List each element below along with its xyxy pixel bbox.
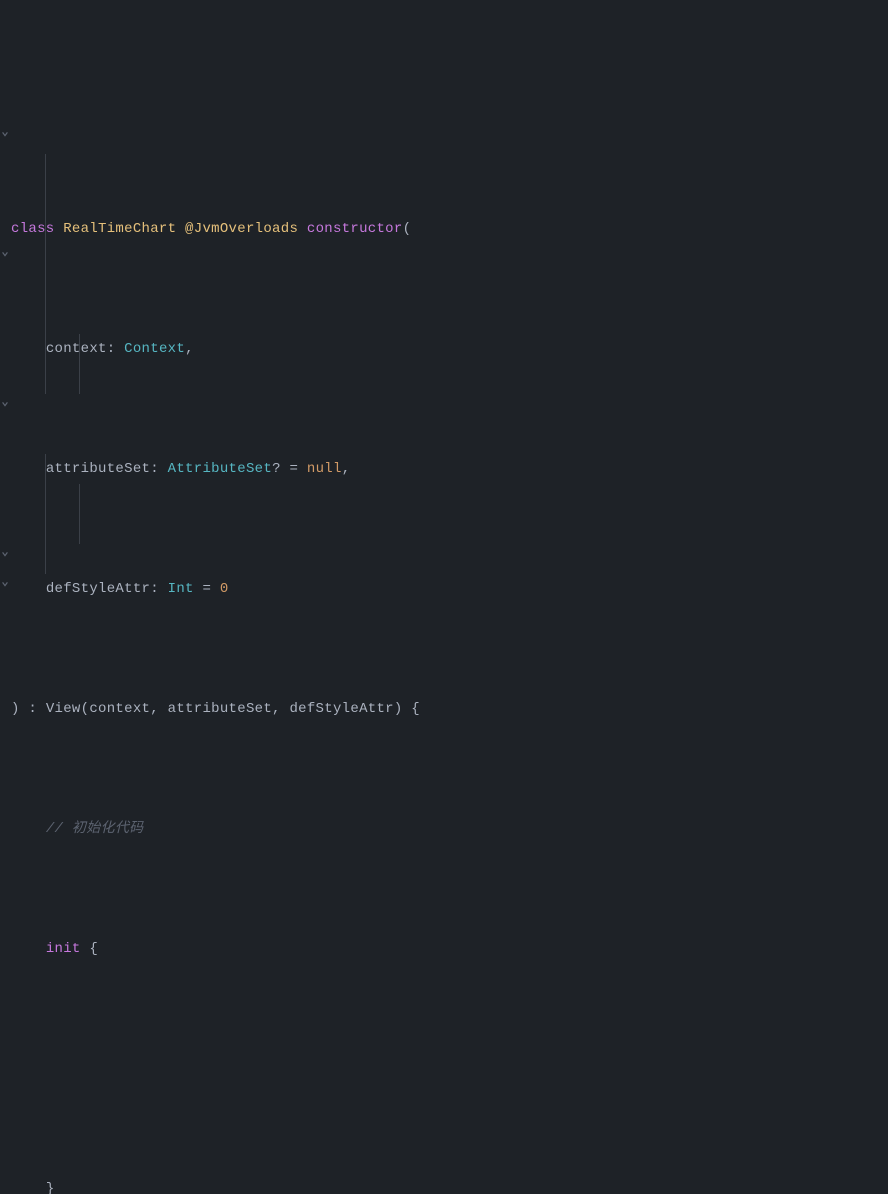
keyword-init: init — [46, 934, 81, 964]
code-line: } — [11, 1174, 888, 1194]
code-line: context: Context, — [11, 334, 888, 364]
type-name: Context — [124, 334, 185, 364]
editor-gutter — [0, 0, 10, 597]
type-name: Int — [168, 574, 194, 604]
fold-marker-icon[interactable] — [0, 579, 10, 589]
code-line — [11, 1054, 888, 1084]
class-name: RealTimeChart — [63, 214, 176, 244]
comment: // 初始化代码 — [46, 814, 144, 844]
code-line: defStyleAttr: Int = 0 — [11, 574, 888, 604]
code-line: // 初始化代码 — [11, 814, 888, 844]
code-line: attributeSet: AttributeSet? = null, — [11, 454, 888, 484]
number-literal: 0 — [220, 574, 229, 604]
annotation: @JvmOverloads — [185, 214, 298, 244]
code-line: class RealTimeChart @JvmOverloads constr… — [11, 214, 888, 244]
type-name: AttributeSet — [168, 454, 272, 484]
param-name: attributeSet — [46, 454, 150, 484]
keyword-class: class — [11, 214, 55, 244]
param-name: context — [46, 334, 107, 364]
code-editor[interactable]: class RealTimeChart @JvmOverloads constr… — [11, 4, 888, 1194]
parent-class: View — [46, 694, 81, 724]
fold-marker-icon[interactable] — [0, 129, 10, 139]
fold-marker-icon[interactable] — [0, 399, 10, 409]
code-line: ) : View(context, attributeSet, defStyle… — [11, 694, 888, 724]
code-line: init { — [11, 934, 888, 964]
fold-marker-icon[interactable] — [0, 249, 10, 259]
keyword-constructor: constructor — [307, 214, 403, 244]
param-name: defStyleAttr — [46, 574, 150, 604]
fold-marker-icon[interactable] — [0, 549, 10, 559]
keyword-null: null — [307, 454, 342, 484]
